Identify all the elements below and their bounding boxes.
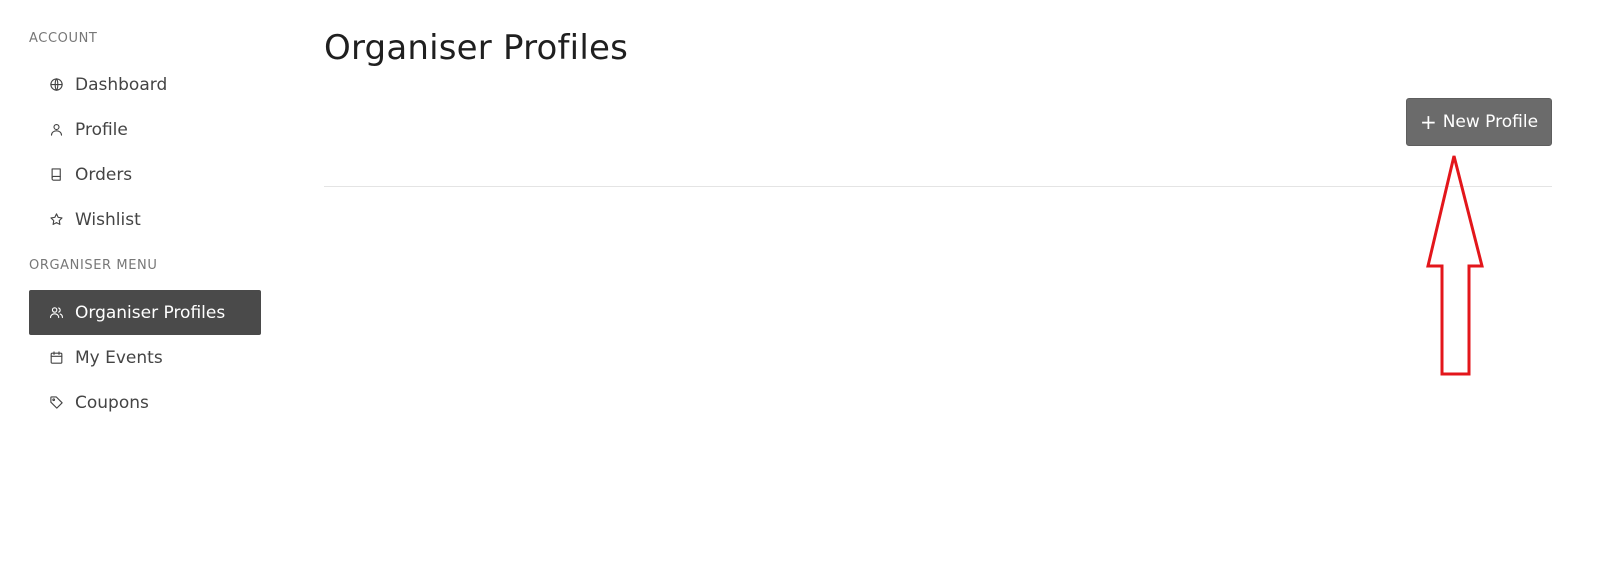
plus-icon: +	[1419, 110, 1437, 134]
sidebar-item-profile[interactable]: Profile	[29, 107, 261, 152]
globe-icon	[48, 77, 64, 93]
sidebar-item-label: My Events	[75, 347, 163, 368]
new-profile-button-label: New Profile	[1442, 112, 1539, 132]
sidebar-item-my-events[interactable]: My Events	[29, 335, 261, 380]
sidebar-item-label: Organiser Profiles	[75, 302, 226, 323]
sidebar-item-label: Wishlist	[75, 209, 141, 230]
sidebar-item-label: Profile	[75, 119, 128, 140]
page-title: Organiser Profiles	[324, 28, 629, 68]
sidebar-item-coupons[interactable]: Coupons	[29, 380, 261, 425]
sidebar-item-organiser-profiles[interactable]: Organiser Profiles	[29, 290, 261, 335]
calendar-icon	[48, 350, 64, 366]
users-icon	[48, 305, 64, 321]
tag-icon	[48, 395, 64, 411]
sidebar-item-dashboard[interactable]: Dashboard	[29, 62, 261, 107]
account-section-title: ACCOUNT	[29, 31, 98, 46]
sidebar-item-label: Coupons	[75, 392, 149, 413]
sidebar-item-orders[interactable]: Orders	[29, 152, 261, 197]
book-icon	[48, 167, 64, 183]
header-divider	[324, 186, 1552, 187]
user-icon	[48, 122, 64, 138]
page: ACCOUNT Dashboard Profile Orders Wishlis…	[0, 0, 1600, 576]
sidebar-item-wishlist[interactable]: Wishlist	[29, 197, 261, 242]
annotation-arrow-icon	[1426, 155, 1484, 376]
sidebar-item-label: Dashboard	[75, 74, 168, 95]
sidebar-item-label: Orders	[75, 164, 133, 185]
star-icon	[48, 212, 64, 228]
organiser-section-title: ORGANISER MENU	[29, 258, 158, 273]
new-profile-button[interactable]: + New Profile	[1406, 98, 1552, 146]
